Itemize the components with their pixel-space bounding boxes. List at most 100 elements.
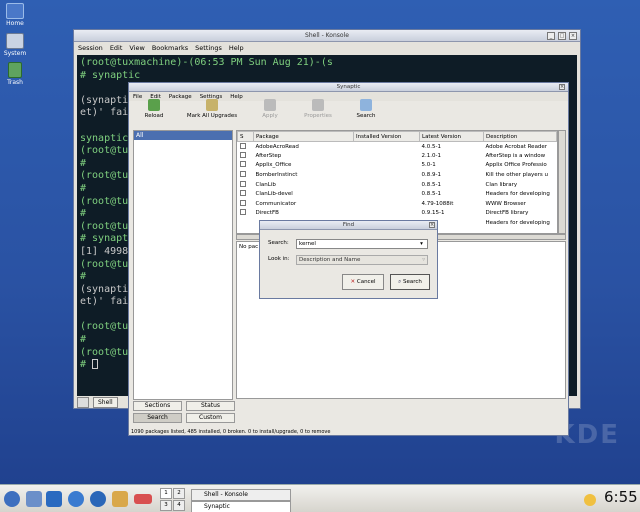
browser-icon[interactable]	[90, 491, 106, 507]
chevron-down-icon[interactable]: ▾	[417, 240, 426, 248]
package-name: BomberInstinct	[255, 172, 298, 179]
pager-desktop-1[interactable]: 1	[160, 488, 172, 499]
desktop-icon[interactable]	[46, 491, 62, 507]
package-name: AdobeAcroRead	[255, 143, 299, 150]
mark-all-upgrades-button[interactable]: Mark All Upgrades	[183, 96, 241, 119]
tab-shell[interactable]: Shell	[93, 396, 118, 408]
package-name: Applix_Office	[255, 162, 292, 169]
package-checkbox[interactable]	[238, 209, 254, 219]
table-row[interactable]: AfterStep 2.1.0-1 AfterStep is a window	[238, 151, 557, 161]
new-tab-icon[interactable]	[77, 396, 89, 408]
package-checkbox[interactable]	[238, 151, 254, 161]
close-icon[interactable]: ×	[429, 222, 435, 228]
maximize-icon[interactable]: □	[558, 32, 566, 40]
package-description: Clan library	[485, 181, 518, 188]
dialog-title: Find	[342, 222, 355, 228]
filter-list[interactable]: All	[133, 130, 233, 400]
menu-edit[interactable]: Edit	[110, 44, 123, 52]
package-checkbox[interactable]	[238, 170, 254, 180]
desktop-icon-trash[interactable]: Trash	[2, 62, 28, 86]
upgrade-icon	[206, 99, 218, 111]
package-name: ClanLib-devel	[255, 191, 293, 198]
package-checkbox[interactable]	[238, 142, 254, 152]
find-dialog[interactable]: Find × Search: kernel ▾ Look in: Descrip…	[259, 220, 438, 299]
menu-settings[interactable]: Settings	[195, 44, 222, 52]
pager-desktop-4[interactable]: 4	[173, 500, 185, 511]
package-checkbox[interactable]	[238, 218, 254, 228]
latest-version: 4.0.5-1	[421, 143, 441, 150]
menu-view[interactable]: View	[129, 44, 144, 52]
column-header-latest[interactable]: Latest Version	[419, 131, 484, 142]
desktop-icon-home[interactable]: Home	[2, 3, 28, 27]
latest-version: 5.0-1	[421, 162, 436, 169]
desktop-icon-label: Trash	[7, 79, 23, 86]
package-scrollbar[interactable]	[558, 130, 566, 234]
table-row[interactable]: ClanLib-devel 0.8.5-1 Headers for developi…	[238, 189, 557, 199]
taskbar: 1 2 3 4 Shell - Konsole Synaptic 6:55	[0, 484, 640, 512]
column-header-package[interactable]: Package	[253, 131, 354, 142]
installed-version	[354, 199, 420, 209]
table-row[interactable]: AdobeAcroRead 4.0.5-1 Adobe Acrobat Reader	[238, 142, 557, 152]
task-synaptic[interactable]: Synaptic	[191, 501, 291, 512]
column-header-description[interactable]: Description	[483, 131, 557, 142]
find-search-button[interactable]: ⌕ Search	[390, 274, 430, 290]
minimize-icon[interactable]: _	[547, 32, 555, 40]
kmenu-icon[interactable]	[4, 491, 20, 507]
synaptic-toolbar: Reload Mark All Upgrades Apply Propertie…	[129, 96, 568, 130]
sections-button[interactable]: Sections	[133, 401, 182, 411]
search-filter-button[interactable]: Search	[133, 413, 182, 423]
synaptic-titlebar[interactable]: Synaptic ×	[129, 83, 568, 92]
desktop-icon-system[interactable]: System	[2, 33, 28, 57]
menu-bookmarks[interactable]: Bookmarks	[152, 44, 188, 52]
column-header-status[interactable]: S	[237, 131, 254, 142]
filter-item-all[interactable]: All	[134, 131, 232, 140]
tray-icon[interactable]	[584, 494, 596, 506]
latest-version: 0.8.5-1	[421, 191, 441, 198]
package-name: AfterStep	[255, 152, 282, 159]
settings-icon[interactable]	[26, 491, 42, 507]
pager-desktop-2[interactable]: 2	[173, 488, 185, 499]
table-row[interactable]: ClanLib 0.8.5-1 Clan library	[238, 180, 557, 190]
search-input[interactable]: kernel ▾	[296, 239, 428, 249]
home-icon[interactable]	[68, 491, 84, 507]
package-checkbox[interactable]	[238, 180, 254, 190]
status-button[interactable]: Status	[186, 401, 235, 411]
help-icon[interactable]	[112, 491, 128, 507]
package-table[interactable]: S Package Installed Version Latest Versi…	[236, 130, 558, 234]
latest-version: 4.79-1088it	[421, 200, 454, 207]
reload-button[interactable]: Reload	[135, 96, 173, 119]
search-icon: ⌕	[398, 279, 402, 285]
find-titlebar[interactable]: Find ×	[260, 221, 437, 230]
package-description: Applix Office Professio	[485, 162, 547, 169]
terminal-line: # synaptic	[80, 69, 141, 81]
installed-version	[354, 180, 420, 190]
properties-button[interactable]: Properties	[299, 96, 337, 119]
chevron-down-icon: ▿	[422, 257, 425, 263]
table-row[interactable]: Applix_Office 5.0-1 Applix Office Professi…	[238, 161, 557, 171]
window-title: Synaptic	[336, 84, 361, 90]
lifesaver-icon[interactable]	[134, 494, 152, 504]
package-description: Adobe Acrobat Reader	[485, 143, 548, 150]
menu-session[interactable]: Session	[78, 44, 103, 52]
installed-version	[354, 161, 420, 171]
lookin-select[interactable]: Description and Name ▿	[296, 255, 428, 265]
menu-help[interactable]: Help	[229, 44, 244, 52]
table-row[interactable]: DirectFB 0.9.15-1 DirectFB library	[238, 209, 557, 219]
column-header-installed[interactable]: Installed Version	[353, 131, 420, 142]
status-bar: 1090 packages listed, 485 installed, 0 b…	[131, 429, 331, 435]
table-row[interactable]: BomberInstinct 0.8.9-1 Kill the other play…	[238, 170, 557, 180]
konsole-titlebar[interactable]: Shell - Konsole _ □ ×	[74, 30, 580, 42]
package-checkbox[interactable]	[238, 199, 254, 209]
package-checkbox[interactable]	[238, 189, 254, 199]
cancel-button[interactable]: ✕ Cancel	[342, 274, 384, 290]
custom-button[interactable]: Custom	[186, 413, 235, 423]
close-icon[interactable]: ×	[569, 32, 577, 40]
apply-button[interactable]: Apply	[251, 96, 289, 119]
close-icon[interactable]: ×	[559, 84, 565, 90]
pager-desktop-3[interactable]: 3	[160, 500, 172, 511]
task-konsole[interactable]: Shell - Konsole	[191, 489, 291, 501]
search-button[interactable]: Search	[347, 96, 385, 119]
table-row[interactable]: Communicator 4.79-1088it WWW Browser	[238, 199, 557, 209]
trash-icon	[8, 62, 22, 78]
package-checkbox[interactable]	[238, 161, 254, 171]
